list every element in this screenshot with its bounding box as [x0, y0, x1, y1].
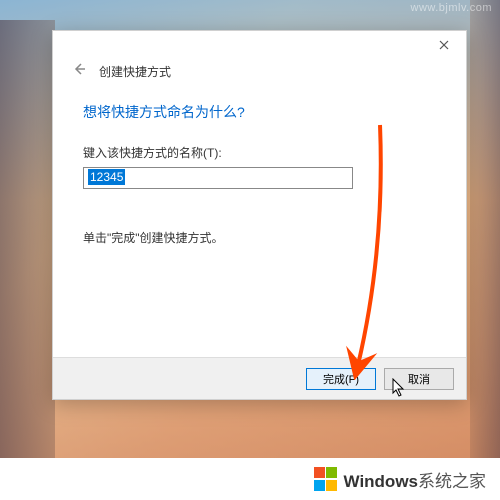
footer-brand-text: Windows系统之家	[344, 467, 486, 492]
close-button[interactable]	[424, 32, 464, 58]
input-selected-text: 12345	[88, 169, 125, 185]
footer-brand-rest: 系统之家	[418, 472, 486, 491]
footer-brand-bold: Windows	[344, 472, 418, 491]
dialog-hint: 单击"完成"创建快捷方式。	[83, 229, 436, 246]
dialog-title: 创建快捷方式	[99, 63, 171, 80]
watermark-url: www.bjmlv.com	[411, 2, 492, 14]
close-icon	[439, 40, 449, 50]
logo-tile-4	[326, 480, 337, 491]
back-arrow-icon[interactable]	[71, 61, 87, 82]
dialog-body: 想将快捷方式命名为什么? 键入该快捷方式的名称(T): 12345 单击"完成"…	[53, 92, 466, 246]
dialog-titlebar	[53, 31, 466, 59]
shortcut-name-input[interactable]: 12345	[83, 167, 353, 189]
windows-logo-icon	[314, 467, 338, 491]
logo-tile-2	[326, 467, 337, 478]
wallpaper-right	[470, 0, 500, 460]
dialog-header: 创建快捷方式	[53, 59, 466, 92]
dialog-footer: 完成(F) 取消	[53, 357, 466, 399]
cancel-button[interactable]: 取消	[384, 368, 454, 390]
wallpaper-left	[0, 20, 55, 460]
page-footer: Windows系统之家	[0, 458, 500, 500]
name-field-label: 键入该快捷方式的名称(T):	[83, 144, 436, 161]
dialog-question: 想将快捷方式命名为什么?	[83, 102, 436, 122]
create-shortcut-dialog: 创建快捷方式 想将快捷方式命名为什么? 键入该快捷方式的名称(T): 12345…	[52, 30, 467, 400]
logo-tile-1	[314, 467, 325, 478]
logo-tile-3	[314, 480, 325, 491]
finish-button[interactable]: 完成(F)	[306, 368, 376, 390]
